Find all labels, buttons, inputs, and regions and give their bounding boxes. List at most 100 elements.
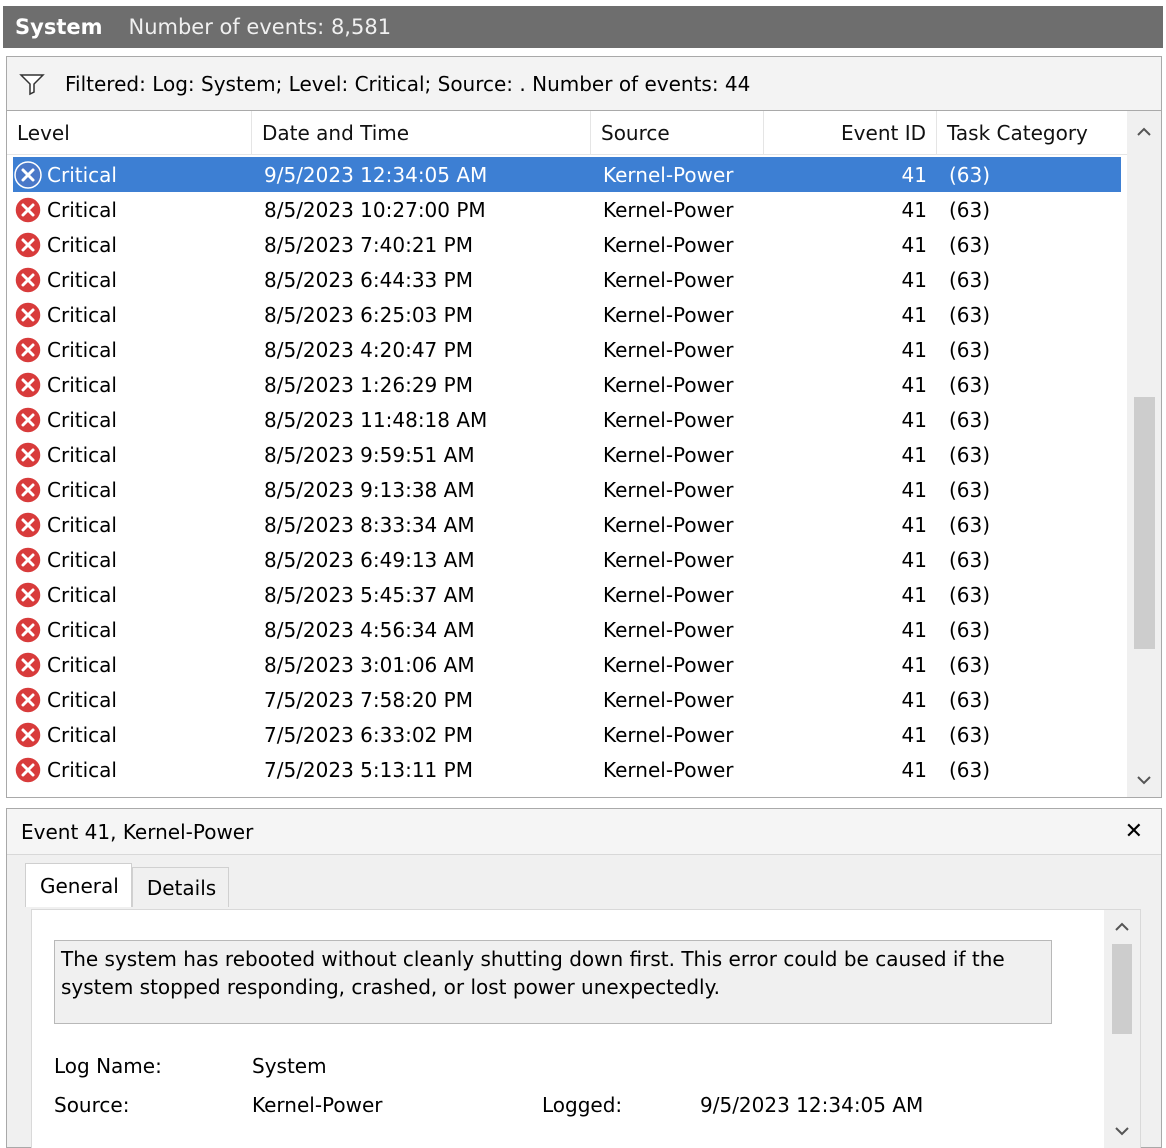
task-category-cell: (63) <box>949 512 991 537</box>
critical-error-icon <box>14 720 42 749</box>
close-icon[interactable]: ✕ <box>1125 819 1143 844</box>
table-row[interactable]: Critical 8/5/2023 5:45:37 AM Kernel-Power 4… <box>7 577 1127 612</box>
event-id-cell: 41 <box>901 582 927 607</box>
critical-error-icon <box>14 755 42 784</box>
task-category-cell: (63) <box>949 477 991 502</box>
detail-title: Event 41, Kernel-Power <box>21 819 254 844</box>
event-description[interactable]: The system has rebooted without cleanly … <box>54 940 1052 1024</box>
critical-error-icon <box>14 195 42 224</box>
event-id-cell: 41 <box>901 267 927 292</box>
level-cell: Critical <box>7 402 252 437</box>
event-id-cell: 41 <box>901 547 927 572</box>
critical-error-icon <box>14 685 42 714</box>
general-tab-body: The system has rebooted without cleanly … <box>31 909 1141 1148</box>
date-cell: 7/5/2023 5:13:11 PM <box>264 757 473 782</box>
detail-scrollbar[interactable] <box>1104 910 1140 1148</box>
table-row[interactable]: Critical 8/5/2023 11:48:18 AM Kernel-Power… <box>7 402 1127 437</box>
event-id-cell: 41 <box>901 477 927 502</box>
date-cell: 8/5/2023 4:20:47 PM <box>264 337 473 362</box>
critical-error-icon <box>14 615 42 644</box>
table-row[interactable]: Critical 7/5/2023 7:58:20 PM Kernel-Power 4… <box>7 682 1127 717</box>
table-row[interactable]: Critical 8/5/2023 8:33:34 AM Kernel-Power 4… <box>7 507 1127 542</box>
task-category-cell: (63) <box>949 442 991 467</box>
table-row[interactable]: Critical 8/5/2023 7:40:21 PM Kernel-Power 4… <box>7 227 1127 262</box>
source-cell: Kernel-Power <box>603 652 734 677</box>
event-id-cell: 41 <box>901 687 927 712</box>
event-id-cell: 41 <box>901 722 927 747</box>
table-row[interactable]: Critical 8/5/2023 6:25:03 PM Kernel-Power 4… <box>7 297 1127 332</box>
funnel-icon <box>19 73 45 95</box>
table-row[interactable]: Critical 8/5/2023 3:01:06 AM Kernel-Power 4… <box>7 647 1127 682</box>
task-category-cell: (63) <box>949 547 991 572</box>
level-cell: Critical <box>7 647 252 682</box>
level-text: Critical <box>47 267 117 292</box>
table-row[interactable]: Critical 8/5/2023 6:44:33 PM Kernel-Power 4… <box>7 262 1127 297</box>
column-header-level[interactable]: Level <box>7 111 252 155</box>
date-cell: 8/5/2023 11:48:18 AM <box>264 407 488 432</box>
event-id-cell: 41 <box>901 407 927 432</box>
tab-general[interactable]: General <box>25 863 132 907</box>
table-row[interactable]: Critical 7/5/2023 5:13:11 PM Kernel-Power 4… <box>7 752 1127 787</box>
filter-bar: Filtered: Log: System; Level: Critical; … <box>6 56 1162 110</box>
level-cell: Critical <box>7 612 252 647</box>
level-text: Critical <box>47 407 117 432</box>
column-header-task-category[interactable]: Task Category <box>937 111 1127 155</box>
source-cell: Kernel-Power <box>603 547 734 572</box>
detail-scroll-down-icon[interactable] <box>1104 1116 1140 1146</box>
level-cell: Critical <box>7 717 252 752</box>
task-category-cell: (63) <box>949 337 991 362</box>
column-header-source[interactable]: Source <box>591 111 764 155</box>
level-text: Critical <box>47 652 117 677</box>
table-row[interactable]: Critical 8/5/2023 9:13:38 AM Kernel-Power 4… <box>7 472 1127 507</box>
table-row[interactable]: Critical 8/5/2023 6:49:13 AM Kernel-Power 4… <box>7 542 1127 577</box>
level-text: Critical <box>47 232 117 257</box>
source-cell: Kernel-Power <box>603 477 734 502</box>
critical-error-icon <box>14 405 42 434</box>
column-header-date-time[interactable]: Date and Time <box>252 111 591 155</box>
level-text: Critical <box>47 582 117 607</box>
level-text: Critical <box>47 337 117 362</box>
event-id-cell: 41 <box>901 337 927 362</box>
table-row[interactable]: Critical 9/5/2023 12:34:05 AM Kernel-Power… <box>13 157 1121 192</box>
critical-error-icon <box>14 230 42 259</box>
table-row[interactable]: Critical 8/5/2023 9:59:51 AM Kernel-Power 4… <box>7 437 1127 472</box>
event-id-cell: 41 <box>901 197 927 222</box>
level-text: Critical <box>47 687 117 712</box>
source-cell: Kernel-Power <box>603 302 734 327</box>
grid-scroll-thumb[interactable] <box>1134 397 1155 649</box>
detail-tabs: General Details <box>25 863 230 907</box>
event-id-cell: 41 <box>901 232 927 257</box>
date-cell: 8/5/2023 9:59:51 AM <box>264 442 475 467</box>
scroll-down-icon[interactable] <box>1127 763 1161 797</box>
event-id-cell: 41 <box>901 512 927 537</box>
log-name: System <box>15 15 103 39</box>
detail-scroll-thumb[interactable] <box>1112 944 1132 1034</box>
level-text: Critical <box>47 302 117 327</box>
table-row[interactable]: Critical 8/5/2023 4:20:47 PM Kernel-Power 4… <box>7 332 1127 367</box>
grid-scrollbar[interactable] <box>1127 111 1161 797</box>
column-header-event-id[interactable]: Event ID <box>764 111 937 155</box>
level-cell: Critical <box>7 262 252 297</box>
scroll-up-icon[interactable] <box>1127 115 1161 149</box>
source-cell: Kernel-Power <box>603 407 734 432</box>
level-text: Critical <box>47 442 117 467</box>
table-row[interactable]: Critical 8/5/2023 4:56:34 AM Kernel-Power 4… <box>7 612 1127 647</box>
table-row[interactable]: Critical 8/5/2023 10:27:00 PM Kernel-Power… <box>7 192 1127 227</box>
source-label: Source: <box>54 1093 130 1117</box>
level-cell: Critical <box>13 157 252 192</box>
table-row[interactable]: Critical 7/5/2023 6:33:02 PM Kernel-Power 4… <box>7 717 1127 752</box>
task-category-cell: (63) <box>949 372 991 397</box>
logged-label: Logged: <box>542 1093 623 1117</box>
tab-details[interactable]: Details <box>131 867 230 907</box>
event-id-cell: 41 <box>901 757 927 782</box>
date-cell: 8/5/2023 8:33:34 AM <box>264 512 475 537</box>
source-cell: Kernel-Power <box>603 442 734 467</box>
source-cell: Kernel-Power <box>603 722 734 747</box>
source-cell: Kernel-Power <box>603 582 734 607</box>
date-cell: 7/5/2023 7:58:20 PM <box>264 687 473 712</box>
detail-scroll-up-icon[interactable] <box>1104 912 1140 942</box>
table-row[interactable]: Critical 8/5/2023 1:26:29 PM Kernel-Power 4… <box>7 367 1127 402</box>
events-grid: Level Date and Time Source Event ID Task… <box>6 110 1162 798</box>
date-cell: 8/5/2023 7:40:21 PM <box>264 232 473 257</box>
task-category-cell: (63) <box>949 617 991 642</box>
